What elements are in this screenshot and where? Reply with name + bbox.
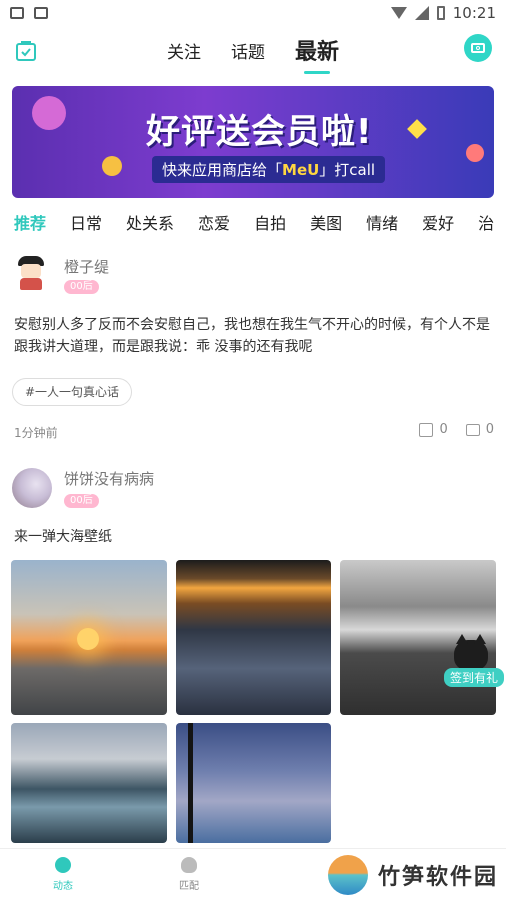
like-button[interactable]: 0 [419,422,448,437]
category-hobby[interactable]: 爱好 [422,210,454,234]
camera-button[interactable] [464,34,492,62]
category-love[interactable]: 恋爱 [198,210,230,234]
banner-subtitle: 快来应用商店给「MeU」打call [152,156,386,183]
signin-gift-button[interactable]: 签到有礼 [444,634,505,690]
post-text: 安慰别人多了反而不会安慰自己，我也想在我生气不开心的时候，有个人不是跟我讲大道理… [14,317,490,355]
post-username[interactable]: 饼饼没有病病 [64,468,154,489]
cat-mascot-icon [454,634,488,670]
nav-feed-label: 动态 [53,881,73,892]
decor-star-icon [407,119,427,139]
nav-match-label: 匹配 [179,881,199,892]
post-time: 1分钟前 [14,426,58,440]
wifi-icon [390,7,407,19]
feed-icon [55,857,71,873]
status-time: 10:21 [452,4,496,22]
comment-button[interactable]: 0 [465,422,494,437]
comment-count: 0 [485,422,494,437]
main-tabs: 关注 话题 最新 [0,30,506,66]
decor-ball [102,156,122,176]
decor-ball [466,144,484,162]
camera-icon [471,43,485,53]
age-badge: 00后 [64,494,99,508]
app-notification-icon [34,7,48,19]
site-watermark: 竹笋软件园 [327,855,498,895]
post-image[interactable] [340,560,496,715]
image-notification-icon [10,7,24,19]
nav-match[interactable]: 匹配 [164,857,214,892]
avatar[interactable] [12,468,52,508]
tab-topics[interactable]: 话题 [231,30,265,66]
post-image[interactable] [176,560,331,715]
age-badge: 00后 [64,280,99,294]
decor-ball [32,96,66,130]
tab-following[interactable]: 关注 [167,30,201,66]
post-username[interactable]: 橙子缇 [64,256,109,277]
watermark-logo-icon [327,855,368,895]
tab-latest[interactable]: 最新 [295,30,339,66]
comment-icon [465,423,480,436]
topic-tag[interactable]: #一人一句真心话 [12,378,133,406]
post-image[interactable] [176,723,331,843]
category-tabs: 推荐 日常 处关系 恋爱 自拍 美图 情绪 爱好 治 [14,210,506,234]
category-more[interactable]: 治 [478,210,494,234]
banner-subtitle-brand: MeU [282,161,320,179]
category-recommend[interactable]: 推荐 [14,210,46,234]
category-pictures[interactable]: 美图 [310,210,342,234]
like-count: 0 [439,422,448,437]
nav-feed[interactable]: 动态 [38,857,88,892]
post-card[interactable]: 饼饼没有病病 00后 来一弹大海壁纸 [0,466,506,556]
avatar[interactable] [16,256,46,290]
signin-label: 签到有礼 [444,668,505,687]
post-image-grid [11,560,496,843]
promo-banner[interactable]: 好评送会员啦! 快来应用商店给「MeU」打call [12,86,494,198]
post-text: 来一弹大海壁纸 [14,529,112,545]
thumbs-up-icon [419,422,434,437]
battery-icon [436,6,445,20]
post-image[interactable] [11,560,167,715]
watermark-text: 竹笋软件园 [377,865,498,890]
post-actions: 0 0 [419,422,494,437]
category-daily[interactable]: 日常 [70,210,102,234]
top-header: 关注 话题 最新 [0,30,506,74]
bottom-nav: 动态 匹配 竹笋软件园 [0,848,506,900]
status-bar: 10:21 [0,0,506,26]
post-image[interactable] [11,723,167,843]
category-relationships[interactable]: 处关系 [126,210,174,234]
heart-icon [181,857,197,873]
banner-subtitle-suffix: 」打call [319,161,376,179]
signal-icon [414,6,429,20]
category-selfie[interactable]: 自拍 [254,210,286,234]
banner-title: 好评送会员啦! [146,112,373,152]
category-emotion[interactable]: 情绪 [366,210,398,234]
banner-subtitle-prefix: 快来应用商店给「 [162,161,283,179]
post-card[interactable]: 橙子缇 00后 安慰别人多了反而不会安慰自己，我也想在我生气不开心的时候，有个人… [0,248,506,448]
